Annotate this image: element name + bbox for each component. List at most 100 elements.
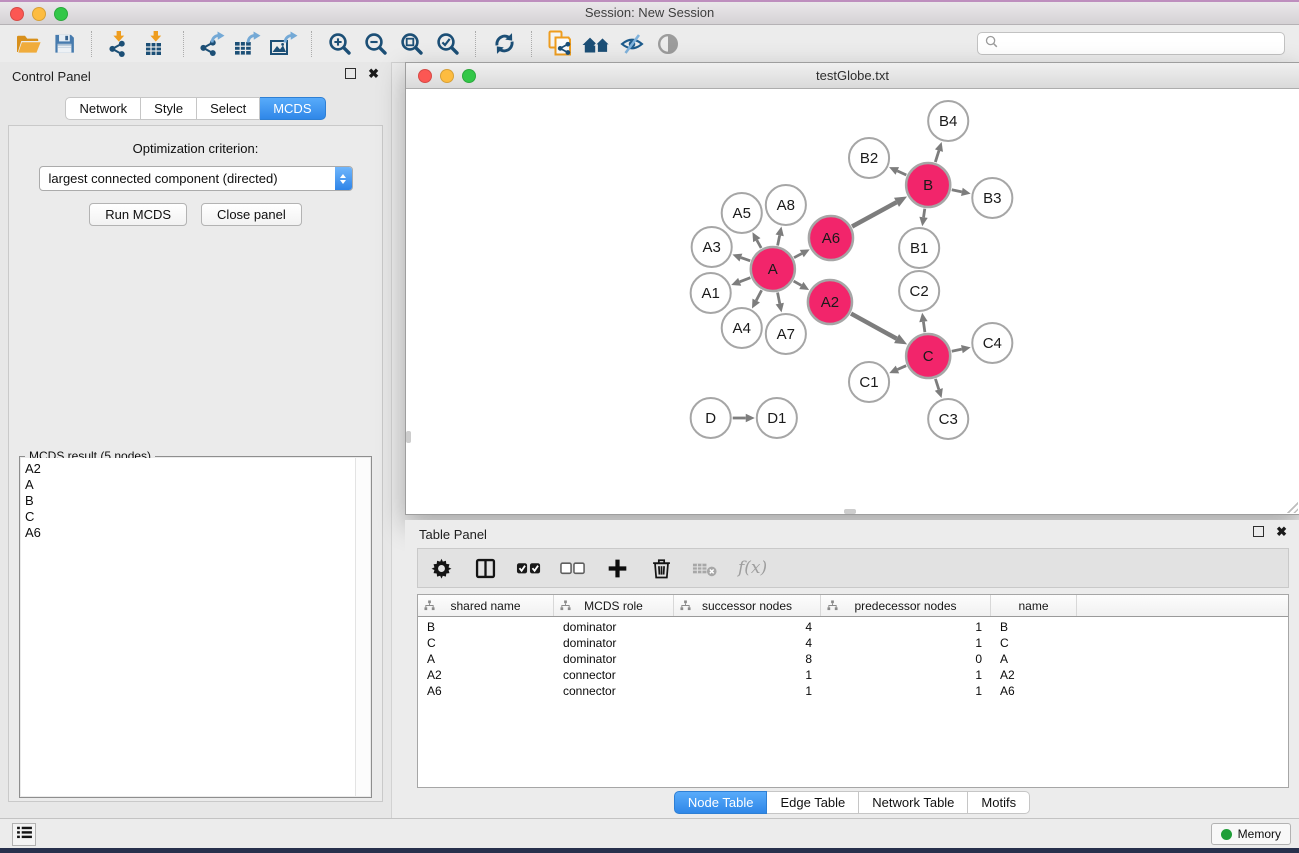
network-minimize-button[interactable] <box>440 69 454 83</box>
column-header-successor-nodes[interactable]: successor nodes <box>674 595 821 616</box>
graph-edge-A-A5[interactable] <box>752 232 761 248</box>
graphics-details-icon[interactable] <box>616 29 648 59</box>
open-session-icon[interactable] <box>12 29 44 59</box>
search-input[interactable] <box>1003 36 1277 52</box>
network-zoom-button[interactable] <box>462 69 476 83</box>
table-cell[interactable]: 1 <box>674 684 821 698</box>
minimize-window-button[interactable] <box>32 7 46 21</box>
graph-edge-C-C2[interactable] <box>919 313 927 332</box>
criterion-dropdown[interactable]: largest connected component (directed) <box>39 166 353 191</box>
tab-edge-table[interactable]: Edge Table <box>767 791 859 814</box>
table-cell[interactable]: 1 <box>821 620 991 634</box>
table-cell[interactable]: 0 <box>821 652 991 666</box>
table-row[interactable]: Cdominator41C <box>418 635 1288 651</box>
float-table-panel-icon[interactable] <box>1253 526 1264 537</box>
clear-checks-icon[interactable] <box>560 555 586 582</box>
network-close-button[interactable] <box>418 69 432 83</box>
table-cell[interactable]: 4 <box>674 636 821 650</box>
table-cell[interactable]: connector <box>554 684 674 698</box>
table-row[interactable]: Bdominator41B <box>418 619 1288 635</box>
close-window-button[interactable] <box>10 7 24 21</box>
tab-mcds[interactable]: MCDS <box>260 97 325 120</box>
graph-edge-A-A8[interactable] <box>776 227 784 246</box>
table-cell[interactable]: B <box>418 620 554 634</box>
save-session-icon[interactable] <box>48 29 80 59</box>
table-cell[interactable]: 1 <box>821 684 991 698</box>
run-mcds-button[interactable]: Run MCDS <box>89 203 187 226</box>
horizontal-scroll-indicator[interactable] <box>844 509 856 514</box>
graph-node-B1[interactable]: B1 <box>899 228 939 268</box>
export-table-icon[interactable] <box>232 29 264 59</box>
graph-node-A5[interactable]: A5 <box>722 193 762 233</box>
graph-node-A1[interactable]: A1 <box>691 273 731 313</box>
tab-motifs[interactable]: Motifs <box>968 791 1030 814</box>
graph-node-B[interactable]: B <box>906 163 950 207</box>
import-table-icon[interactable] <box>140 29 172 59</box>
graph-node-A6[interactable]: A6 <box>809 216 853 260</box>
graph-edge-D-D1[interactable] <box>733 414 755 422</box>
result-list-item[interactable]: C <box>25 509 370 525</box>
tab-node-table[interactable]: Node Table <box>674 791 768 814</box>
table-cell[interactable]: connector <box>554 668 674 682</box>
close-panel-button[interactable]: Close panel <box>201 203 302 226</box>
add-row-icon[interactable] <box>604 555 630 582</box>
delete-row-icon[interactable] <box>648 555 674 582</box>
graph-node-D[interactable]: D <box>691 398 731 438</box>
float-panel-icon[interactable] <box>345 68 356 79</box>
graph-edge-B-B3[interactable] <box>952 188 971 196</box>
graph-edge-A-A4[interactable] <box>752 290 762 308</box>
close-panel-icon[interactable]: ✖ <box>368 68 379 79</box>
result-list-item[interactable]: A2 <box>25 461 370 477</box>
graph-edge-A-A1[interactable] <box>731 278 750 286</box>
table-cell[interactable]: A2 <box>991 668 1077 682</box>
network-canvas[interactable]: B4B2BB3A8A5A6A3B1AC2A1A2A4A7C4CC1C3DD1 <box>406 89 1299 514</box>
zoom-out-icon[interactable] <box>360 29 392 59</box>
table-cell[interactable]: A <box>418 652 554 666</box>
result-list-item[interactable]: A6 <box>25 525 370 541</box>
column-header-name[interactable]: name <box>991 595 1077 616</box>
graph-node-A8[interactable]: A8 <box>766 185 806 225</box>
table-cell[interactable]: 4 <box>674 620 821 634</box>
table-cell[interactable]: A2 <box>418 668 554 682</box>
graph-node-A[interactable]: A <box>751 247 795 291</box>
tab-network[interactable]: Network <box>65 97 141 120</box>
table-cell[interactable]: 1 <box>821 636 991 650</box>
tab-network-table[interactable]: Network Table <box>859 791 968 814</box>
column-layout-icon[interactable] <box>472 555 498 582</box>
zoom-window-button[interactable] <box>54 7 68 21</box>
graph-node-C2[interactable]: C2 <box>899 271 939 311</box>
graph-node-C3[interactable]: C3 <box>928 399 968 439</box>
graph-node-C[interactable]: C <box>906 334 950 378</box>
graph-node-A7[interactable]: A7 <box>766 314 806 354</box>
table-cell[interactable]: C <box>418 636 554 650</box>
graph-node-C4[interactable]: C4 <box>972 323 1012 363</box>
table-settings-icon[interactable] <box>428 555 454 582</box>
column-header-shared-name[interactable]: shared name <box>418 595 554 616</box>
tab-style[interactable]: Style <box>141 97 197 120</box>
graph-node-A4[interactable]: A4 <box>722 308 762 348</box>
select-all-checks-icon[interactable] <box>516 555 542 582</box>
table-cell[interactable]: A6 <box>418 684 554 698</box>
graph-edge-B-B4[interactable] <box>935 142 943 162</box>
table-row[interactable]: A6connector11A6 <box>418 683 1288 699</box>
graph-node-A3[interactable]: A3 <box>692 227 732 267</box>
zoom-selected-icon[interactable] <box>432 29 464 59</box>
zoom-in-icon[interactable] <box>324 29 356 59</box>
table-cell[interactable]: dominator <box>554 636 674 650</box>
table-row[interactable]: A2connector11A2 <box>418 667 1288 683</box>
graph-edge-B-B2[interactable] <box>889 167 906 175</box>
mcds-result-list[interactable]: A2ABCA6 <box>21 458 370 796</box>
graph-node-D1[interactable]: D1 <box>757 398 797 438</box>
graph-edge-A-A7[interactable] <box>776 293 784 313</box>
graph-edge-C-C3[interactable] <box>935 379 943 398</box>
memory-button[interactable]: Memory <box>1211 823 1291 845</box>
graph-node-A2[interactable]: A2 <box>808 280 852 324</box>
graph-node-C1[interactable]: C1 <box>849 362 889 402</box>
table-cell[interactable]: A6 <box>991 684 1077 698</box>
apply-layout-icon[interactable] <box>488 29 520 59</box>
column-header-mcds-role[interactable]: MCDS role <box>554 595 674 616</box>
result-list-item[interactable]: A <box>25 477 370 493</box>
graph-edge-A-A6[interactable] <box>794 249 810 257</box>
graph-node-B3[interactable]: B3 <box>972 178 1012 218</box>
copy-network-icon[interactable] <box>544 29 576 59</box>
